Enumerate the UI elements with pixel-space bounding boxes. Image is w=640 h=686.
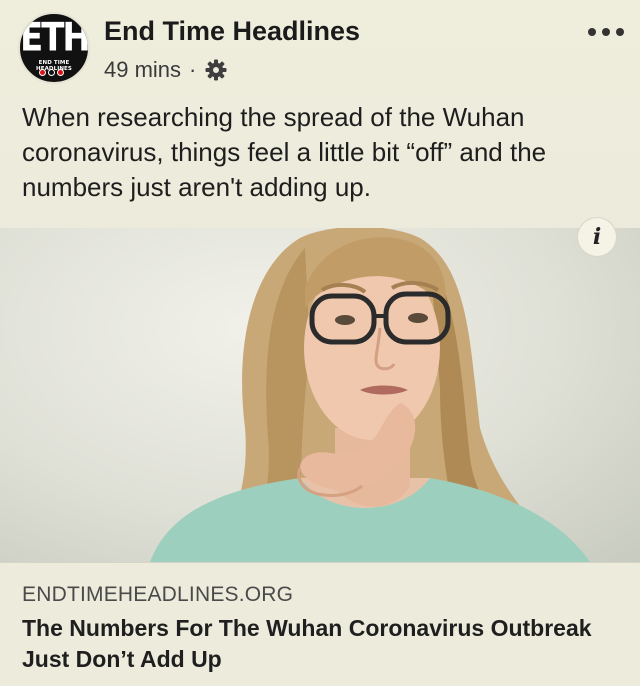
gear-icon[interactable]	[204, 58, 228, 82]
link-preview-image[interactable]	[0, 228, 640, 562]
woman-thinking-photo	[150, 228, 590, 562]
avatar-logo-text: ETH	[20, 15, 89, 62]
post-body-text: When researching the spread of the Wuhan…	[22, 102, 547, 202]
page-name-link[interactable]: End Time Headlines	[104, 16, 360, 47]
more-dots-icon[interactable]	[588, 22, 624, 42]
post-header: ETH END TIME HEADLINES End Time Headline…	[0, 0, 640, 95]
facebook-post: ETH END TIME HEADLINES End Time Headline…	[0, 0, 640, 686]
info-icon[interactable]: i	[578, 218, 616, 256]
link-preview-footer[interactable]: ENDTIMEHEADLINES.ORG The Numbers For The…	[0, 562, 640, 686]
link-headline[interactable]: The Numbers For The Wuhan Coronavirus Ou…	[22, 613, 622, 675]
meta-separator: ·	[189, 57, 197, 82]
post-timestamp[interactable]: 49 mins	[104, 57, 181, 83]
link-domain: ENDTIMEHEADLINES.ORG	[22, 583, 294, 606]
page-avatar[interactable]: ETH END TIME HEADLINES	[18, 12, 90, 84]
avatar-dots	[39, 69, 64, 76]
post-meta: 49 mins ·	[104, 56, 228, 84]
